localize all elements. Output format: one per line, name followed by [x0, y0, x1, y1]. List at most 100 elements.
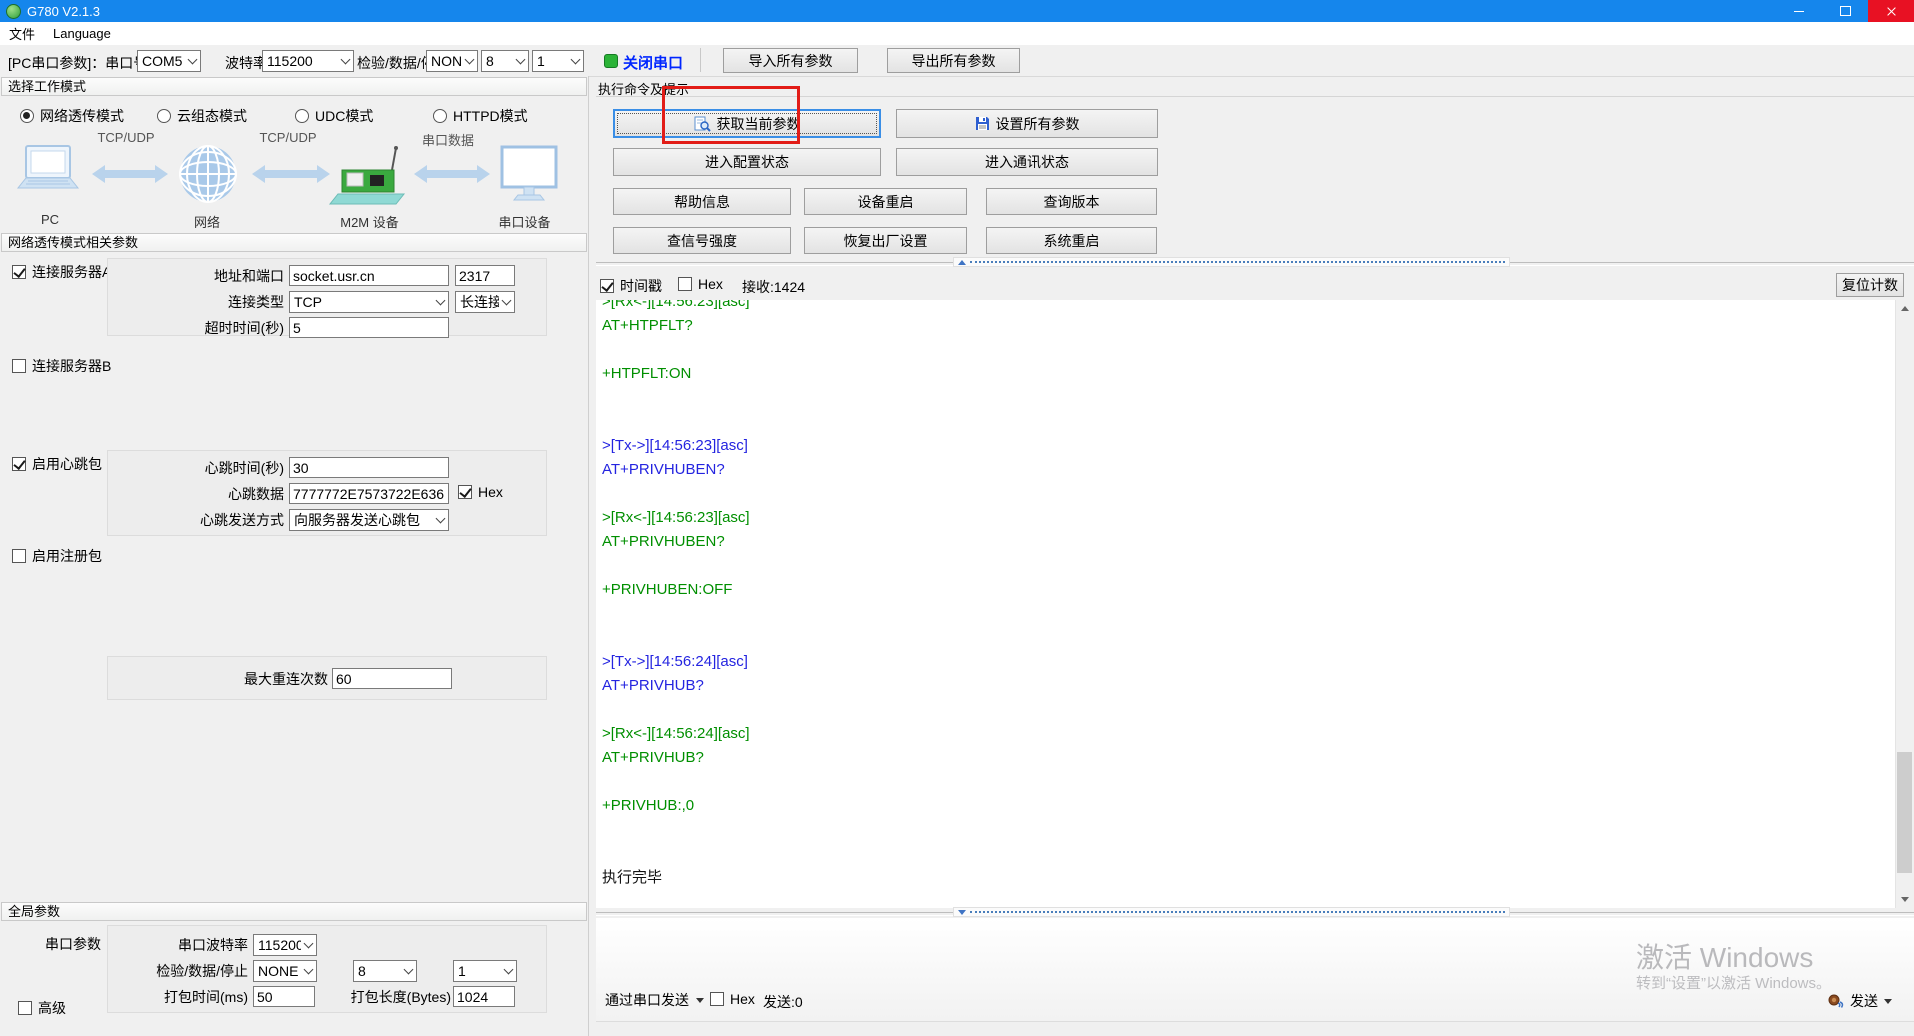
- help-info-button[interactable]: 帮助信息: [613, 188, 791, 215]
- heartbeat-time-label: 心跳时间(秒): [204, 460, 284, 476]
- stopbits-select[interactable]: 1: [532, 50, 584, 72]
- toolbar: [PC串口参数]：串口号 COM5 波特率 115200 检验/数据/停止 NO…: [0, 45, 1914, 77]
- collapse-up-icon: [958, 259, 966, 265]
- chevron-down-icon: [185, 51, 200, 71]
- heartbeat-mode-label: 心跳发送方式: [200, 512, 284, 528]
- global-stopbits-select[interactable]: 1: [453, 960, 517, 982]
- chevron-down-icon: [338, 51, 353, 71]
- conn-type-select[interactable]: TCP: [289, 291, 449, 313]
- log-line: AT+PRIVHUBEN?: [602, 533, 725, 550]
- export-params-button[interactable]: 导出所有参数: [887, 48, 1020, 73]
- radio-cloud-mode[interactable]: 云组态模式: [157, 106, 247, 126]
- annotation-rectangle: [662, 86, 800, 144]
- chevron-down-icon: [513, 51, 528, 71]
- scrollbar-thumb[interactable]: [1897, 752, 1912, 873]
- scroll-down-icon[interactable]: [1896, 891, 1913, 908]
- send-hex-checkbox[interactable]: Hex: [710, 991, 755, 1007]
- server-address-input[interactable]: [289, 265, 449, 286]
- menu-language[interactable]: Language: [44, 26, 120, 41]
- import-params-button[interactable]: 导入所有参数: [723, 48, 858, 73]
- checkbox-icon: [12, 265, 26, 279]
- app-window: G780 V2.1.3 文件 Language [PC串口参数]：串口号 COM…: [0, 0, 1914, 1036]
- command-log-panel: 执行命令及提示 获取当前参数 设置所有参数 进入配置状态 进入通讯状态 帮助信息…: [596, 76, 1914, 1036]
- conn-mode-select[interactable]: 长连接: [455, 291, 515, 313]
- radio-transparent-mode[interactable]: 网络透传模式: [20, 106, 124, 126]
- device-reboot-button[interactable]: 设备重启: [804, 188, 967, 215]
- enter-comm-button[interactable]: 进入通讯状态: [896, 148, 1158, 176]
- radio-httpd-mode[interactable]: HTTPD模式: [433, 106, 528, 126]
- send-via-serial-dropdown[interactable]: 通过串口发送: [605, 990, 704, 1010]
- server-a-checkbox[interactable]: 连接服务器A: [12, 262, 111, 282]
- query-signal-button[interactable]: 查信号强度: [613, 227, 791, 254]
- global-databits-select[interactable]: 8: [353, 960, 417, 982]
- diagram-link-label: TCP/UDP: [97, 130, 155, 145]
- titlebar: G780 V2.1.3: [0, 0, 1914, 22]
- reconnect-input[interactable]: [332, 668, 452, 689]
- log-line: AT+PRIVHUB?: [602, 677, 704, 694]
- chevron-down-icon: [301, 961, 316, 981]
- advanced-checkbox[interactable]: 高级: [18, 998, 66, 1018]
- databits-select[interactable]: 8: [481, 50, 529, 72]
- global-params-header: 全局参数: [1, 902, 587, 921]
- server-port-input[interactable]: [455, 265, 515, 286]
- log-line: +PRIVHUBEN:OFF: [602, 581, 733, 598]
- com-port-select[interactable]: COM5: [137, 50, 201, 72]
- register-checkbox[interactable]: 启用注册包: [12, 546, 102, 566]
- chevron-down-icon: [301, 935, 316, 955]
- serial-device-icon: [500, 145, 558, 189]
- set-all-params-button[interactable]: 设置所有参数: [896, 109, 1158, 138]
- global-parity-select[interactable]: NONE: [253, 960, 317, 982]
- dropdown-arrow-icon: [1884, 998, 1892, 1004]
- minimize-button[interactable]: [1776, 0, 1822, 22]
- server-b-checkbox[interactable]: 连接服务器B: [12, 356, 111, 376]
- scroll-up-icon[interactable]: [1896, 300, 1913, 317]
- heartbeat-data-input[interactable]: [289, 483, 449, 504]
- arrow-icon: [92, 165, 168, 183]
- timeout-input[interactable]: [289, 317, 449, 338]
- checkbox-icon: [18, 1001, 32, 1015]
- splitter-handle-bottom[interactable]: [953, 907, 1510, 917]
- log-line: >[Rx<-][14:56:23][asc]: [602, 300, 750, 310]
- log-line: >[Rx<-][14:56:24][asc]: [602, 725, 750, 742]
- global-baud-select[interactable]: 115200: [253, 934, 317, 956]
- reset-count-button[interactable]: 复位计数: [1836, 273, 1904, 297]
- close-button[interactable]: [1868, 0, 1914, 22]
- baud-select[interactable]: 115200: [262, 50, 354, 72]
- pack-len-input[interactable]: [453, 986, 515, 1007]
- log-hex-checkbox[interactable]: Hex: [678, 276, 723, 292]
- checkbox-icon: [12, 549, 26, 563]
- log-line: AT+HTPFLT?: [602, 317, 693, 334]
- checkbox-icon: [12, 457, 26, 471]
- send-button[interactable]: 发送: [1822, 988, 1898, 1014]
- factory-reset-button[interactable]: 恢复出厂设置: [804, 227, 967, 254]
- heartbeat-checkbox[interactable]: 启用心跳包: [12, 454, 102, 474]
- heartbeat-time-input[interactable]: [289, 457, 449, 478]
- heartbeat-hex-checkbox[interactable]: Hex: [458, 484, 503, 500]
- enter-config-button[interactable]: 进入配置状态: [613, 148, 881, 176]
- log-line: >[Tx->][14:56:23][asc]: [602, 437, 748, 454]
- query-version-button[interactable]: 查询版本: [986, 188, 1157, 215]
- pc-serial-label: [PC串口参数]：串口号: [8, 55, 148, 71]
- splitter-handle-top[interactable]: [953, 257, 1510, 267]
- close-serial-button[interactable]: 关闭串口: [623, 52, 683, 73]
- work-mode-header: 选择工作模式: [1, 77, 587, 96]
- pack-time-label: 打包时间(ms): [164, 989, 248, 1005]
- mode-diagram: TCP/UDP TCP/UDP 串口数据 PC 网络 M2M 设备 串口设备: [0, 128, 588, 232]
- log-line: AT+PRIVHUB?: [602, 749, 704, 766]
- maximize-button[interactable]: [1822, 0, 1868, 22]
- log-area[interactable]: >[Rx<-][14:56:23][asc] AT+HTPFLT? +HTPFLT…: [596, 300, 1895, 908]
- radio-udc-mode[interactable]: UDC模式: [295, 106, 373, 126]
- menu-file[interactable]: 文件: [0, 24, 44, 43]
- net-params-header: 网络透传模式相关参数: [1, 233, 587, 252]
- log-scrollbar[interactable]: [1895, 300, 1912, 908]
- heartbeat-mode-select[interactable]: 向服务器发送心跳包: [289, 509, 449, 531]
- parity-select[interactable]: NONI: [426, 50, 478, 72]
- timestamp-checkbox[interactable]: 时间戳: [600, 276, 662, 296]
- diagram-graphic: [16, 145, 558, 205]
- pack-time-input[interactable]: [253, 986, 315, 1007]
- system-reboot-button[interactable]: 系统重启: [986, 227, 1157, 254]
